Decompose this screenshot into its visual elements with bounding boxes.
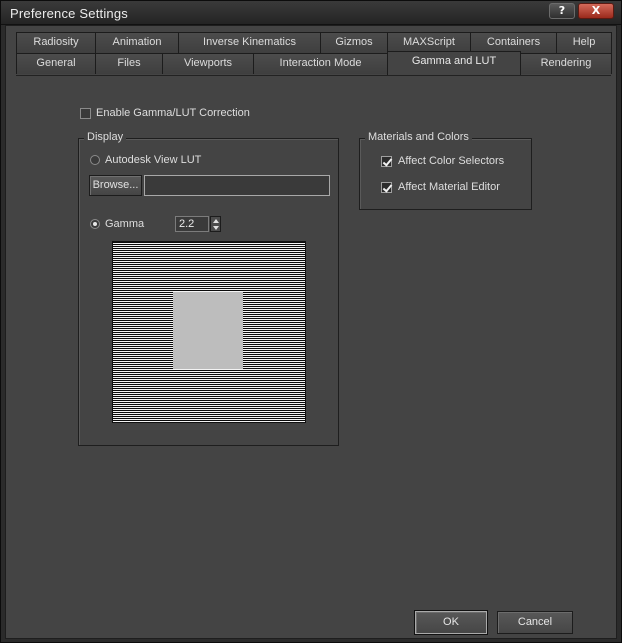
spinner-up-icon[interactable] [213, 219, 219, 223]
preference-settings-window: Preference Settings ? X Radiosity Animat… [0, 0, 622, 643]
tab-help[interactable]: Help [556, 32, 612, 53]
display-group: Display Autodesk View LUT Browse... Gamm… [78, 131, 339, 446]
tab-gizmos[interactable]: Gizmos [320, 32, 388, 53]
display-group-title: Display [84, 131, 127, 143]
tab-interaction-mode[interactable]: Interaction Mode [253, 53, 388, 74]
materials-colors-group: Materials and Colors Affect Color Select… [359, 131, 532, 210]
gamma-spinner[interactable] [210, 216, 221, 232]
spinner-down-icon[interactable] [213, 226, 219, 230]
title-bar[interactable]: Preference Settings ? X [1, 1, 621, 25]
gamma-radio[interactable] [90, 219, 100, 229]
affect-material-editor-checkbox[interactable] [381, 182, 392, 193]
affect-color-selectors-checkbox[interactable] [381, 156, 392, 167]
gamma-preview [112, 241, 306, 423]
gamma-value-input[interactable]: 2.2 [175, 216, 209, 232]
tab-files[interactable]: Files [95, 53, 163, 74]
dialog-body: Radiosity Animation Inverse Kinematics G… [5, 25, 617, 639]
tab-inverse-kinematics[interactable]: Inverse Kinematics [178, 32, 321, 53]
tab-rendering[interactable]: Rendering [520, 53, 612, 74]
tab-radiosity[interactable]: Radiosity [16, 32, 96, 53]
cancel-button[interactable]: Cancel [497, 611, 573, 634]
window-title: Preference Settings [10, 6, 128, 21]
affect-color-selectors-label: Affect Color Selectors [398, 155, 505, 167]
gamma-lut-panel: Enable Gamma/LUT Correction Display Auto… [16, 75, 611, 588]
gamma-label: Gamma [105, 218, 145, 230]
gamma-preview-center [173, 292, 243, 369]
tab-general[interactable]: General [16, 53, 96, 74]
browse-button[interactable]: Browse... [89, 175, 142, 196]
autodesk-view-lut-label: Autodesk View LUT [105, 154, 202, 166]
close-button[interactable]: X [578, 3, 614, 19]
ok-button[interactable]: OK [414, 610, 488, 635]
affect-material-editor-label: Affect Material Editor [398, 181, 500, 193]
close-icon: X [591, 4, 601, 17]
enable-gamma-lut-checkbox[interactable] [80, 108, 91, 119]
tab-maxscript[interactable]: MAXScript [387, 32, 471, 53]
autodesk-view-lut-radio[interactable] [90, 155, 100, 165]
tab-viewports[interactable]: Viewports [162, 53, 254, 74]
lut-path-field[interactable] [144, 175, 330, 196]
enable-gamma-lut-label: Enable Gamma/LUT Correction [96, 107, 250, 119]
tab-gamma-and-lut[interactable]: Gamma and LUT [387, 51, 521, 75]
materials-colors-group-title: Materials and Colors [365, 131, 472, 143]
help-icon: ? [558, 4, 566, 17]
tab-containers[interactable]: Containers [470, 32, 557, 53]
tab-animation[interactable]: Animation [95, 32, 179, 53]
help-button[interactable]: ? [549, 3, 575, 19]
